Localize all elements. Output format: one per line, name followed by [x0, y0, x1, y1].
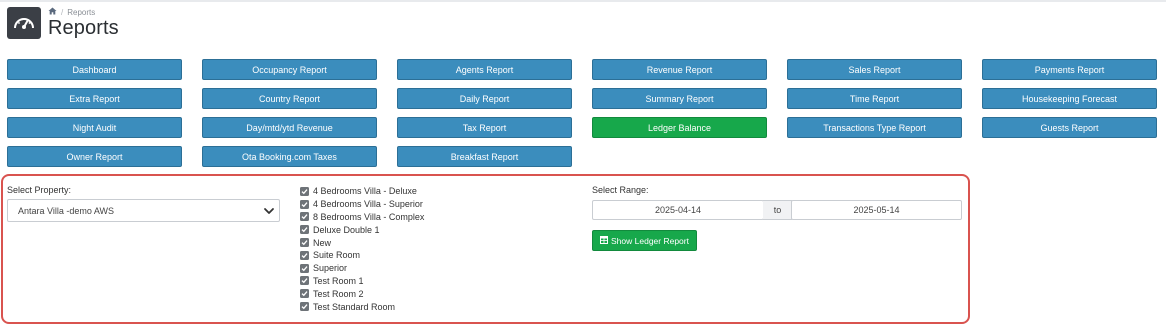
summary-report-button[interactable]: Summary Report	[592, 88, 767, 109]
room-type-checklist: 4 Bedrooms Villa - Deluxe 4 Bedrooms Vil…	[300, 185, 424, 313]
chevron-down-icon	[263, 205, 275, 219]
property-label: Select Property:	[7, 185, 72, 195]
dashboard-gauge-icon	[7, 7, 41, 39]
room-checkbox-item[interactable]: 4 Bedrooms Villa - Deluxe	[300, 185, 424, 198]
checkbox-checked-icon[interactable]	[300, 263, 309, 273]
extra-report-button[interactable]: Extra Report	[7, 88, 182, 109]
checkbox-checked-icon[interactable]	[300, 238, 309, 248]
property-select[interactable]: Antara Villa -demo AWS	[7, 199, 280, 222]
dashboard-report-button[interactable]: Dashboard	[7, 59, 182, 80]
room-checkbox-item[interactable]: 8 Bedrooms Villa - Complex	[300, 211, 424, 224]
checkbox-checked-icon[interactable]	[300, 212, 309, 222]
room-checkbox-item[interactable]: Test Room 2	[300, 287, 424, 300]
sales-report-button[interactable]: Sales Report	[787, 59, 962, 80]
date-to-input[interactable]: 2025-05-14	[791, 200, 962, 220]
range-label: Select Range:	[592, 185, 649, 195]
page-title: Reports	[48, 17, 119, 39]
room-checkbox-item[interactable]: Suite Room	[300, 249, 424, 262]
breadcrumb-current: Reports	[67, 7, 96, 17]
breadcrumb: / Reports	[48, 7, 95, 17]
range-to-label: to	[763, 200, 792, 220]
room-checkbox-item[interactable]: Superior	[300, 262, 424, 275]
room-checkbox-item[interactable]: New	[300, 236, 424, 249]
ota-booking-taxes-button[interactable]: Ota Booking.com Taxes	[202, 146, 377, 167]
room-label: Suite Room	[313, 250, 361, 261]
room-label: 4 Bedrooms Villa - Superior	[313, 199, 423, 210]
revenue-report-button[interactable]: Revenue Report	[592, 59, 767, 80]
transactions-type-report-button[interactable]: Transactions Type Report	[787, 117, 962, 138]
owner-report-button[interactable]: Owner Report	[7, 146, 182, 167]
room-label: Test Room 1	[313, 275, 364, 286]
top-border	[0, 0, 1166, 2]
tax-report-button[interactable]: Tax Report	[397, 117, 572, 138]
checkbox-checked-icon[interactable]	[300, 276, 309, 286]
home-icon[interactable]	[48, 7, 57, 17]
checkbox-checked-icon[interactable]	[300, 199, 309, 209]
room-label: Superior	[313, 263, 348, 274]
breakfast-report-button[interactable]: Breakfast Report	[397, 146, 572, 167]
room-label: 4 Bedrooms Villa - Deluxe	[313, 186, 417, 197]
report-button-grid: Dashboard Occupancy Report Agents Report…	[7, 59, 1162, 167]
housekeeping-forecast-button[interactable]: Housekeeping Forecast	[982, 88, 1157, 109]
room-checkbox-item[interactable]: Test Room 1	[300, 275, 424, 288]
room-checkbox-item[interactable]: Deluxe Double 1	[300, 223, 424, 236]
country-report-button[interactable]: Country Report	[202, 88, 377, 109]
occupancy-report-button[interactable]: Occupancy Report	[202, 59, 377, 80]
ledger-filter-panel	[1, 174, 970, 324]
ledger-balance-button[interactable]: Ledger Balance	[592, 117, 767, 138]
payments-report-button[interactable]: Payments Report	[982, 59, 1157, 80]
checkbox-checked-icon[interactable]	[300, 302, 309, 312]
night-audit-button[interactable]: Night Audit	[7, 117, 182, 138]
room-label: New	[313, 237, 332, 248]
room-checkbox-item[interactable]: 4 Bedrooms Villa - Superior	[300, 198, 424, 211]
breadcrumb-separator: /	[61, 7, 64, 17]
show-ledger-report-label: Show Ledger Report	[611, 235, 689, 246]
checkbox-checked-icon[interactable]	[300, 250, 309, 260]
checkbox-checked-icon[interactable]	[300, 289, 309, 299]
agents-report-button[interactable]: Agents Report	[397, 59, 572, 80]
guests-report-button[interactable]: Guests Report	[982, 117, 1157, 138]
day-mtd-ytd-revenue-button[interactable]: Day/mtd/ytd Revenue	[202, 117, 377, 138]
daily-report-button[interactable]: Daily Report	[397, 88, 572, 109]
show-ledger-report-button[interactable]: Show Ledger Report	[592, 230, 697, 251]
property-select-value: Antara Villa -demo AWS	[18, 205, 115, 216]
date-from-input[interactable]: 2025-04-14	[592, 200, 764, 220]
checkbox-checked-icon[interactable]	[300, 186, 309, 196]
table-icon	[600, 235, 609, 246]
time-report-button[interactable]: Time Report	[787, 88, 962, 109]
room-label: Test Standard Room	[313, 301, 396, 312]
room-label: Test Room 2	[313, 288, 364, 299]
room-label: 8 Bedrooms Villa - Complex	[313, 211, 425, 222]
room-label: Deluxe Double 1	[313, 224, 380, 235]
checkbox-checked-icon[interactable]	[300, 225, 309, 235]
room-checkbox-item[interactable]: Test Standard Room	[300, 300, 424, 313]
